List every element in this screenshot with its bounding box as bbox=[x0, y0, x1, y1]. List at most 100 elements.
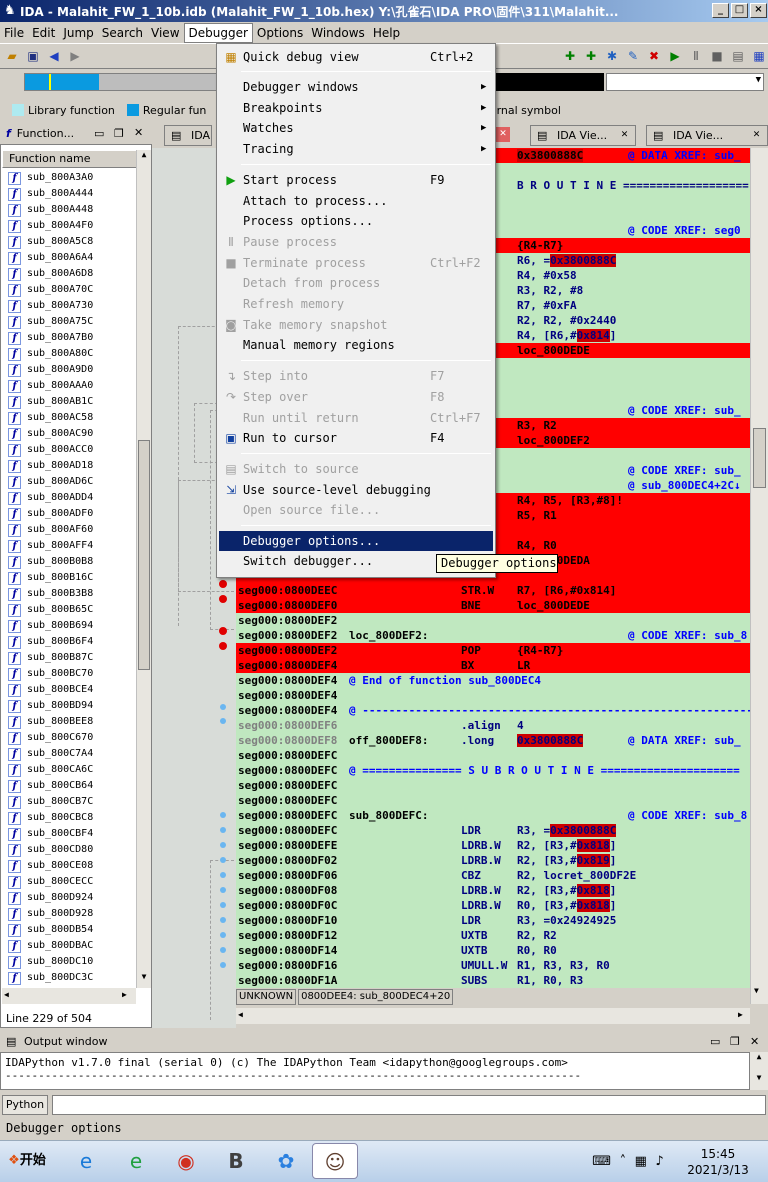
scroll-down-icon[interactable]: ▼ bbox=[750, 1073, 768, 1082]
code-line[interactable]: seg000:0800DEFC bbox=[236, 793, 750, 808]
menu-jump[interactable]: Jump bbox=[59, 24, 97, 42]
menu-item-run-to-cursor[interactable]: ▣ Run to cursor F4 bbox=[219, 428, 493, 448]
code-line[interactable]: seg000:0800DF10 LDR R3, =0x24924925 bbox=[236, 913, 750, 928]
function-list[interactable]: f sub_800A3A0 f sub_800A444 f sub_800A448 f sub… bbox=[4, 170, 136, 988]
code-line[interactable]: seg000:0800DEF4 @ End of function sub_800… bbox=[236, 673, 750, 688]
function-list-item[interactable]: f sub_800BEE8 bbox=[4, 714, 136, 730]
function-list-item[interactable]: f sub_800D928 bbox=[4, 906, 136, 922]
scroll-up-icon[interactable]: ▲ bbox=[750, 1052, 768, 1061]
code-line[interactable]: seg000:0800DF16 UMULL.W R1, R3, R3, R0 bbox=[236, 958, 750, 973]
code-line[interactable]: seg000:0800DEFC bbox=[236, 778, 750, 793]
function-list-item[interactable]: f sub_800B694 bbox=[4, 618, 136, 634]
code-line[interactable]: seg000:0800DF1A SUBS R1, R0, R3 bbox=[236, 973, 750, 988]
code-line[interactable]: seg000:0800DF08 LDRB.W R2, [R3,#0x818] bbox=[236, 883, 750, 898]
scroll-up-icon[interactable]: ▲ bbox=[138, 150, 150, 164]
breakpoint-icon[interactable] bbox=[219, 627, 227, 635]
code-line[interactable]: seg000:0800DEF2 POP {R4-R7} bbox=[236, 643, 750, 658]
breakpoint-icon[interactable] bbox=[219, 595, 227, 603]
scroll-right-icon[interactable]: ▶ bbox=[738, 1010, 743, 1019]
panel-close-icon[interactable]: ✕ bbox=[134, 126, 143, 139]
code-line[interactable]: seg000:0800DEEC STR.W R7, [R6,#0x814] bbox=[236, 583, 750, 598]
portrait-icon[interactable]: ☺ bbox=[312, 1143, 358, 1179]
breakpoint-icon[interactable] bbox=[219, 580, 227, 588]
menu-options[interactable]: Options bbox=[253, 24, 307, 42]
menu-help[interactable]: Help bbox=[369, 24, 404, 42]
function-list-item[interactable]: f sub_800B3B8 bbox=[4, 586, 136, 602]
function-list-item[interactable]: f sub_800AC90 bbox=[4, 426, 136, 442]
function-list-item[interactable]: f sub_800A80C bbox=[4, 346, 136, 362]
menu-item-take-memory-snapshot[interactable]: ◙ Take memory snapshot bbox=[219, 315, 493, 335]
menu-file[interactable]: File bbox=[0, 24, 28, 42]
function-list-item[interactable]: f sub_800ADF0 bbox=[4, 506, 136, 522]
close-tab-icon[interactable]: ✕ bbox=[618, 130, 631, 142]
panel-float-icon[interactable]: ▭ bbox=[710, 1032, 720, 1052]
function-list-item[interactable]: f sub_800DC10 bbox=[4, 954, 136, 970]
function-list-item[interactable]: f sub_800DBAC bbox=[4, 938, 136, 954]
menu-item-run-until-return[interactable]: Run until return Ctrl+F7 bbox=[219, 408, 493, 428]
menu-view[interactable]: View bbox=[147, 24, 183, 42]
menu-item-start-process[interactable]: ▶ Start process F9 bbox=[219, 170, 493, 190]
chrome-icon[interactable]: ◉ bbox=[166, 1143, 206, 1179]
function-list-item[interactable]: f sub_800BCE4 bbox=[4, 682, 136, 698]
forward-icon[interactable]: ▶ bbox=[66, 47, 84, 65]
scroll-left-icon[interactable]: ◀ bbox=[238, 1010, 243, 1019]
debugger-icon[interactable]: ▤ bbox=[729, 47, 747, 65]
code-line[interactable]: seg000:0800DEF2 bbox=[236, 613, 750, 628]
code-line[interactable]: seg000:0800DEF8 off_800DEF8: .long 0x380088… bbox=[236, 733, 750, 748]
menu-item-detach-from-process[interactable]: Detach from process bbox=[219, 273, 493, 293]
menu-search[interactable]: Search bbox=[98, 24, 147, 42]
output-text[interactable]: IDAPython v1.7.0 final (serial 0) (c) Th… bbox=[0, 1052, 750, 1090]
code-line[interactable]: seg000:0800DEF4 bbox=[236, 688, 750, 703]
function-list-item[interactable]: f sub_800A3A0 bbox=[4, 170, 136, 186]
menu-item-breakpoints[interactable]: Breakpoints ▶ bbox=[219, 98, 493, 118]
maximize-button[interactable]: □ bbox=[731, 3, 748, 18]
scroll-down-icon[interactable]: ▼ bbox=[138, 972, 150, 986]
menu-item-quick-debug-view[interactable]: ▦ Quick debug view Ctrl+2 bbox=[219, 47, 493, 67]
help-icon[interactable]: ▦ bbox=[750, 47, 768, 65]
function-list-item[interactable]: f sub_800C7A4 bbox=[4, 746, 136, 762]
pause-icon[interactable]: Ⅱ bbox=[687, 47, 705, 65]
function-list-item[interactable]: f sub_800AF60 bbox=[4, 522, 136, 538]
menu-item-attach-to-process[interactable]: Attach to process... bbox=[219, 191, 493, 211]
menu-item-pause-process[interactable]: Ⅱ Pause process bbox=[219, 232, 493, 252]
back-icon[interactable]: ◀ bbox=[45, 47, 63, 65]
edit-icon[interactable]: ✎ bbox=[624, 47, 642, 65]
volume-icon[interactable]: ♪ bbox=[655, 1154, 663, 1169]
tab-ida-view-b[interactable]: ▤ IDA Vie... ✕ bbox=[530, 125, 636, 146]
python-button[interactable]: Python bbox=[2, 1095, 48, 1115]
menu-edit[interactable]: Edit bbox=[28, 24, 59, 42]
scroll-thumb[interactable] bbox=[138, 440, 150, 670]
menu-windows[interactable]: Windows bbox=[307, 24, 369, 42]
start-button[interactable]: ❖开始 bbox=[2, 1148, 52, 1174]
close-window-button[interactable]: × bbox=[750, 3, 767, 18]
code-line[interactable]: seg000:0800DEF0 BNE loc_800DEDE bbox=[236, 598, 750, 613]
function-list-item[interactable]: f sub_800B0B8 bbox=[4, 554, 136, 570]
save-icon[interactable]: ▣ bbox=[24, 47, 42, 65]
menu-item-tracing[interactable]: Tracing ▶ bbox=[219, 139, 493, 159]
code-line[interactable]: seg000:0800DEFC bbox=[236, 748, 750, 763]
keyboard-icon[interactable]: ⌨ bbox=[592, 1154, 611, 1169]
scroll-thumb[interactable] bbox=[753, 428, 766, 488]
function-list-vscrollbar[interactable]: ▲ ▼ bbox=[136, 150, 151, 988]
function-name-column-header[interactable]: Function name bbox=[2, 150, 137, 168]
menu-item-debugger-windows[interactable]: Debugger windows ▶ bbox=[219, 77, 493, 97]
menu-item-watches[interactable]: Watches ▶ bbox=[219, 118, 493, 138]
menu-item-step-over[interactable]: ↷ Step over F8 bbox=[219, 387, 493, 407]
function-list-item[interactable]: f sub_800AAA0 bbox=[4, 378, 136, 394]
function-list-hscrollbar[interactable]: ◀ ▶ bbox=[2, 988, 136, 1004]
function-list-item[interactable]: f sub_800A444 bbox=[4, 186, 136, 202]
close-icon[interactable]: ✖ bbox=[645, 47, 663, 65]
function-list-item[interactable]: f sub_800CA6C bbox=[4, 762, 136, 778]
function-list-item[interactable]: f sub_800B16C bbox=[4, 570, 136, 586]
segment-select[interactable]: ▼ bbox=[606, 73, 764, 91]
function-list-item[interactable]: f sub_800A4F0 bbox=[4, 218, 136, 234]
open-icon[interactable]: ▰ bbox=[3, 47, 21, 65]
function-list-item[interactable]: f sub_800AB1C bbox=[4, 394, 136, 410]
code-line[interactable]: seg000:0800DEFC LDR R3, =0x3800888C bbox=[236, 823, 750, 838]
tray-expand-icon[interactable]: ˄ bbox=[620, 1154, 627, 1169]
panel-restore-icon[interactable]: ❐ bbox=[730, 1032, 740, 1052]
scroll-down-icon[interactable]: ▼ bbox=[754, 986, 759, 995]
code-line[interactable]: seg000:0800DF12 UXTB R2, R2 bbox=[236, 928, 750, 943]
menu-item-terminate-process[interactable]: ■ Terminate process Ctrl+F2 bbox=[219, 253, 493, 273]
ali-icon[interactable]: ✿ bbox=[266, 1143, 306, 1179]
